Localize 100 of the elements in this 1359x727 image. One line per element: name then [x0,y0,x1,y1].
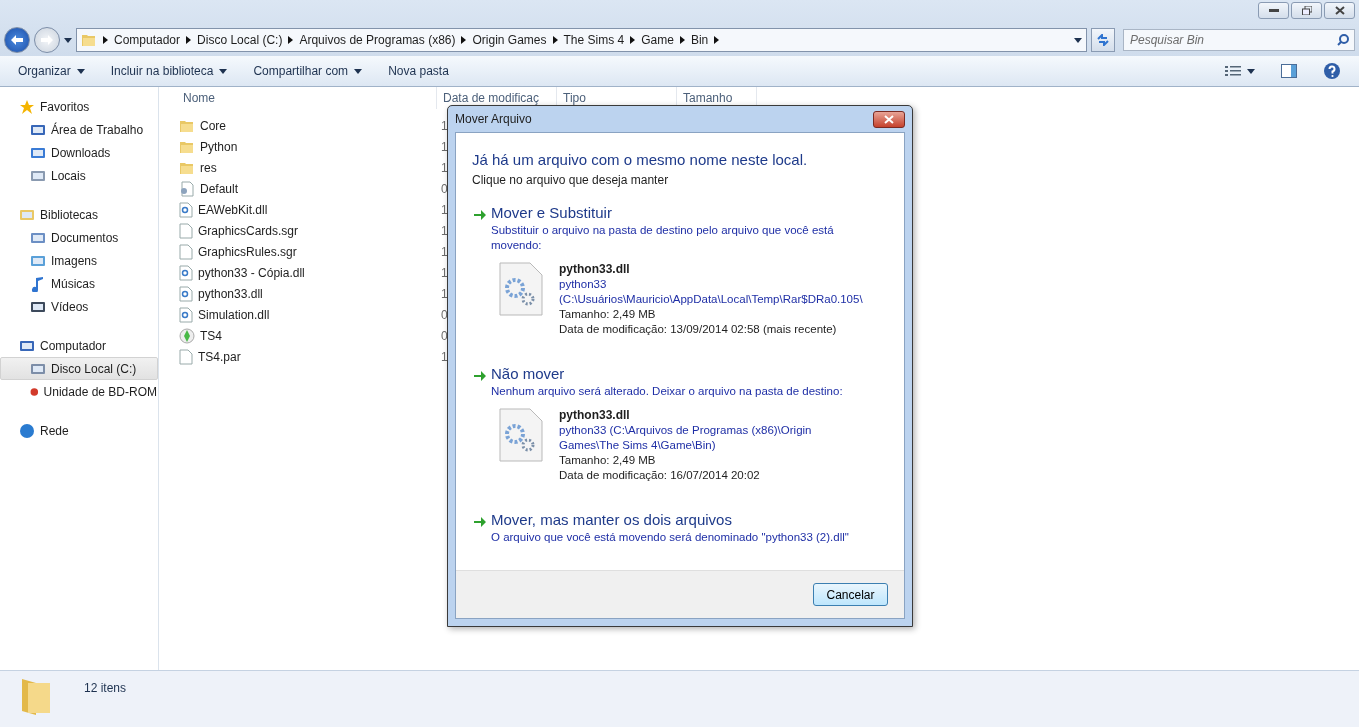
option-description: O arquivo que você está movendo será denominado "python33 (2).dll" [491,530,849,545]
nav-item[interactable]: Locais [0,164,158,187]
toolbar-button[interactable]: Compartilhar com [243,61,373,81]
file-name[interactable]: TS4.par [198,349,241,364]
forward-button[interactable] [34,27,60,53]
minimize-button[interactable] [1258,2,1289,19]
date-cell: 0 [441,307,448,322]
file-name[interactable]: GraphicsCards.sgr [198,223,299,238]
nav-item-label: Músicas [51,276,95,291]
refresh-button[interactable] [1091,28,1115,52]
file-name[interactable]: GraphicsRules.sgr [198,244,297,259]
date-cell: 1 [441,223,448,238]
nav-item[interactable]: Unidade de BD-ROM [0,380,158,403]
file-location: python33 (C:\Arquivos de Programas (x86)\Origin Games\The Sims 4\Game\Bin) [559,423,813,453]
nav-item[interactable]: Área de Trabalho [0,118,158,141]
close-icon [1334,6,1345,15]
nav-item[interactable]: Documentos [0,226,158,249]
gear-document-icon [499,408,543,462]
nav-group-label: Bibliotecas [40,207,99,222]
date-cell: 1 [441,265,448,280]
file-name[interactable]: Default [200,181,239,196]
breadcrumb[interactable]: Disco Local (C:) [197,33,283,47]
toolbar-button[interactable]: Incluir na biblioteca [100,61,238,81]
blank-file-icon [179,222,193,239]
search-field[interactable]: Pesquisar Bin [1123,29,1355,51]
item-count: 12 itens [84,681,127,695]
star-icon [19,98,35,115]
chevron-icon [630,36,636,44]
nav-item[interactable]: Músicas [0,272,158,295]
date-cell: 1 [441,118,448,133]
file-name[interactable]: Python [200,139,238,154]
column-header[interactable]: Nome [177,87,437,109]
date-cell: 1 [441,244,448,259]
option-link[interactable]: Mover e Substituir [491,204,895,221]
music-icon [30,275,46,292]
nav-group[interactable]: Computador [0,334,158,357]
nav-group[interactable]: Bibliotecas [0,203,158,226]
file-detail: Tamanho: 2,49 MB [559,453,656,468]
dialog-heading: Já há um arquivo com o mesmo nome neste local. [472,151,809,168]
blank-file-icon [179,348,193,365]
arrow-icon [473,370,487,382]
dialog-title: Mover Arquivo [455,112,532,126]
chevron-icon [714,36,720,44]
date-cell: 1 [441,286,448,301]
option-description: Substituir o arquivo na pasta de destino pelo arquivo que você está movendo: [491,223,835,253]
nav-group[interactable]: Rede [0,419,158,442]
file-location: (C:\Usuários\Mauricio\AppData\Local\Temp\Rar$DRa0.105\ [559,292,863,307]
nav-item[interactable]: Vídeos [0,295,158,318]
file-name[interactable]: python33.dll [198,286,263,301]
breadcrumb[interactable]: Bin [690,33,709,47]
minimize-icon [1268,9,1279,12]
file-name[interactable]: Simulation.dll [198,307,270,322]
option-link[interactable]: Mover, mas manter os dois arquivos [491,511,849,528]
toolbar-button[interactable]: Organizar [8,61,95,81]
folder-icon [81,32,97,48]
address-bar[interactable]: Computador Disco Local (C:) Arquivos de Programas (x86) Origin Games The Sims 4 Game Bin [76,28,1087,52]
breadcrumb[interactable]: Arquivos de Programas (x86) [299,33,456,47]
nav-item-label: Disco Local (C:) [51,361,137,376]
date-cell: 1 [441,202,448,217]
toolbar-button[interactable]: Nova pasta [378,61,459,81]
arrow-icon [473,209,487,221]
file-detail: Tamanho: 2,49 MB [559,307,656,322]
search-icon [1337,34,1349,46]
instruction-text: Clique no arquivo que deseja manter [472,173,670,187]
file-name: python33.dll [559,262,630,277]
file-detail: Data de modificação: 16/07/2014 20:02 [559,468,760,483]
nav-item[interactable]: Disco Local (C:) [0,357,158,380]
nav-group[interactable]: Favoritos [0,95,158,118]
date-cell: 0 [441,181,448,196]
close-button[interactable] [873,110,905,128]
breadcrumb[interactable]: Game [641,33,674,47]
pane-icon [1281,64,1297,78]
breadcrumb[interactable]: Computador [114,33,181,47]
help-icon [1323,62,1341,80]
arrow-icon [473,516,487,528]
nav-group-label: Rede [40,423,69,438]
file-name[interactable]: Core [200,118,226,133]
nav-item-label: Vídeos [51,299,89,314]
nav-item-label: Imagens [51,253,98,268]
file-name[interactable]: res [200,160,217,175]
restore-icon [1301,6,1312,15]
file-name[interactable]: python33 - Cópia.dll [198,265,305,280]
chevron-icon [103,36,108,44]
nav-item[interactable]: Imagens [0,249,158,272]
breadcrumb[interactable]: Origin Games [472,33,547,47]
gear-file-icon [179,201,193,218]
breadcrumb[interactable]: The Sims 4 [563,33,625,47]
close-button[interactable] [1324,2,1355,19]
file-name[interactable]: TS4 [200,328,222,343]
option-description: Nenhum arquivo será alterado. Deixar o arquivo na pasta de destino: [491,384,844,399]
restore-button[interactable] [1291,2,1322,19]
chevron-icon [461,36,467,44]
forward-arrow-icon [40,34,54,46]
nav-item-label: Unidade de BD-ROM [43,384,157,399]
cancel-button[interactable]: Cancelar [813,583,888,606]
nav-group-label: Favoritos [40,99,90,114]
option-link[interactable]: Não mover [491,365,895,382]
back-button[interactable] [4,27,30,53]
file-name[interactable]: EAWebKit.dll [198,202,268,217]
nav-item[interactable]: Downloads [0,141,158,164]
